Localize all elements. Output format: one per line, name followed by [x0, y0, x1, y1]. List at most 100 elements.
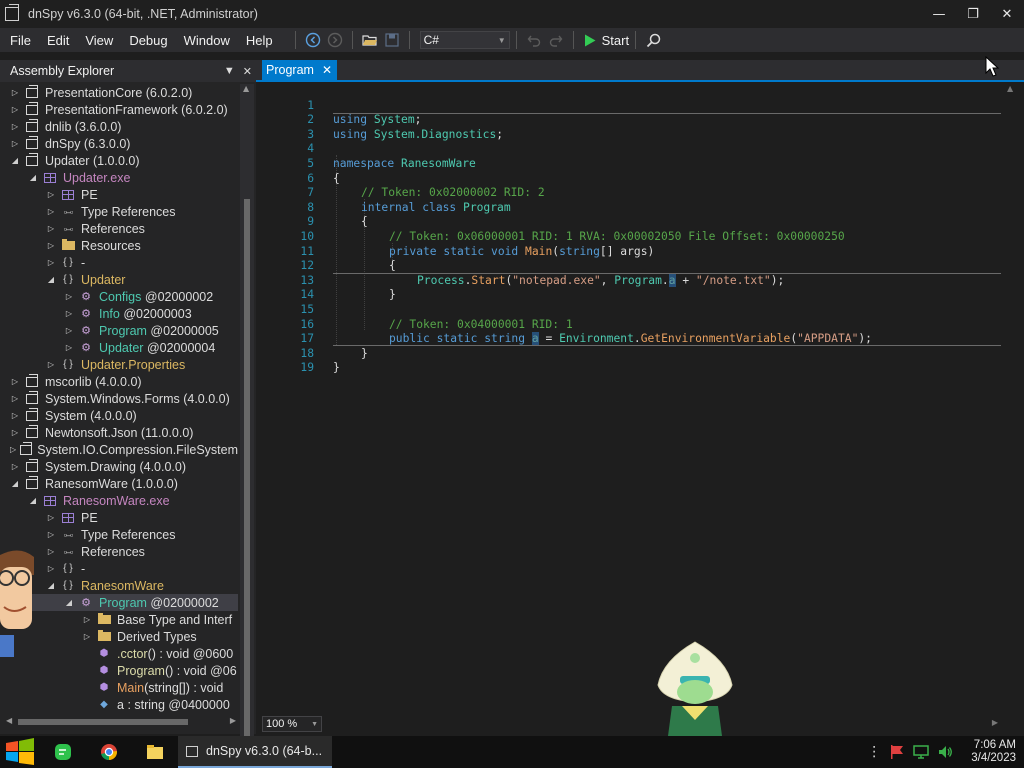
- code-editor[interactable]: 1 using System; 2 using System.Diagnosti…: [260, 82, 1002, 714]
- tree-item-namespace[interactable]: ▷ { } Updater.Properties: [0, 356, 238, 373]
- tree-item-module[interactable]: ◢ Updater.exe: [0, 169, 238, 186]
- taskbar-app-dnspy[interactable]: dnSpy v6.3.0 (64-b...: [178, 736, 332, 768]
- expand-arrow-icon[interactable]: ▷: [64, 326, 74, 335]
- tree-item-assembly[interactable]: ▷ dnSpy (6.3.0.0): [0, 135, 238, 152]
- expand-arrow-icon[interactable]: ▷: [10, 122, 20, 131]
- menu-window[interactable]: Window: [176, 33, 238, 48]
- windows-start-button[interactable]: [0, 736, 40, 768]
- expand-arrow-icon[interactable]: ▷: [10, 411, 20, 420]
- tree-item-field[interactable]: ◆ a : string @0400000: [0, 696, 238, 713]
- expand-arrow-icon[interactable]: ▷: [46, 190, 56, 199]
- expand-arrow-icon[interactable]: ▷: [10, 139, 20, 148]
- tree-horizontal-scrollbar[interactable]: ◀ ▶: [6, 716, 236, 728]
- tree-item-type-references[interactable]: ▷ ▫‒▫ Type References: [0, 526, 238, 543]
- tree-item-assembly[interactable]: ▷ PresentationCore (6.0.2.0): [0, 84, 238, 101]
- expand-arrow-icon[interactable]: ▷: [46, 241, 56, 250]
- menu-help[interactable]: Help: [238, 33, 281, 48]
- start-debug-button[interactable]: Start: [584, 33, 629, 48]
- collapse-arrow-icon[interactable]: ◢: [46, 275, 56, 284]
- close-button[interactable]: ✕: [990, 0, 1024, 28]
- panel-menu-icon[interactable]: ▼: [224, 65, 235, 78]
- tree-item-pe[interactable]: ▷ PE: [0, 509, 238, 526]
- tree-item-assembly[interactable]: ▷ System (4.0.0.0): [0, 407, 238, 424]
- tree-item-assembly[interactable]: ▷ mscorlib (4.0.0.0): [0, 373, 238, 390]
- search-icon[interactable]: [642, 29, 664, 51]
- scroll-up-icon[interactable]: ▲: [1007, 84, 1013, 93]
- expand-arrow-icon[interactable]: ▷: [46, 513, 56, 522]
- tree-item-type-references[interactable]: ▷ ▫‒▫ Type References: [0, 203, 238, 220]
- zoom-dropdown[interactable]: 100 % ▼: [262, 716, 322, 732]
- tree-item-class[interactable]: ▷ ⚙ Updater @02000004: [0, 339, 238, 356]
- editor-vertical-scrollbar[interactable]: ▲: [1003, 82, 1020, 714]
- menu-edit[interactable]: Edit: [39, 33, 77, 48]
- expand-arrow-icon[interactable]: ▷: [64, 343, 74, 352]
- tree-item-pe[interactable]: ▷ PE: [0, 186, 238, 203]
- collapse-arrow-icon[interactable]: ◢: [64, 598, 74, 607]
- expand-arrow-icon[interactable]: ▷: [10, 377, 20, 386]
- expand-arrow-icon[interactable]: ▷: [46, 547, 56, 556]
- tree-item-assembly[interactable]: ▷ System.IO.Compression.FileSystem: [0, 441, 238, 458]
- expand-arrow-icon[interactable]: ▷: [46, 207, 56, 216]
- menu-view[interactable]: View: [77, 33, 121, 48]
- expand-arrow-icon[interactable]: ▷: [10, 88, 20, 97]
- flag-icon[interactable]: [889, 744, 905, 760]
- expand-arrow-icon[interactable]: ▷: [64, 292, 74, 301]
- expand-arrow-icon[interactable]: ▷: [10, 394, 20, 403]
- collapse-arrow-icon[interactable]: ◢: [28, 173, 38, 182]
- tree-vertical-scrollbar[interactable]: ▲: [240, 84, 254, 768]
- restore-button[interactable]: ❐: [956, 0, 990, 28]
- system-clock[interactable]: 7:06 AM 3/4/2023: [971, 739, 1016, 765]
- tree-item-assembly[interactable]: ▷ Newtonsoft.Json (11.0.0.0): [0, 424, 238, 441]
- tree-item-class[interactable]: ▷ ⚙ Program @02000005: [0, 322, 238, 339]
- tree-item-assembly[interactable]: ▷ dnlib (3.6.0.0): [0, 118, 238, 135]
- menu-file[interactable]: File: [0, 33, 39, 48]
- tree-item-resources[interactable]: ▷ Resources: [0, 237, 238, 254]
- expand-arrow-icon[interactable]: ▷: [10, 428, 20, 437]
- minimize-button[interactable]: —: [922, 0, 956, 28]
- language-dropdown[interactable]: C# ▼: [419, 31, 510, 49]
- tree-item-assembly[interactable]: ◢ RanesomWare (1.0.0.0): [0, 475, 238, 492]
- scroll-right-icon[interactable]: ▶: [230, 716, 236, 725]
- scroll-left-icon[interactable]: ◀: [6, 716, 12, 725]
- tree-item-method[interactable]: ⬢ Main (string[]) : void: [0, 679, 238, 696]
- taskbar-app-chat[interactable]: [40, 736, 86, 768]
- collapse-arrow-icon[interactable]: ◢: [10, 479, 20, 488]
- expand-arrow-icon[interactable]: ▷: [46, 564, 56, 573]
- network-icon[interactable]: [913, 744, 929, 760]
- navigate-back-icon[interactable]: [302, 29, 324, 51]
- expand-arrow-icon[interactable]: ▷: [46, 360, 56, 369]
- tree-item-class[interactable]: ▷ ⚙ Configs @02000002: [0, 288, 238, 305]
- menu-debug[interactable]: Debug: [121, 33, 175, 48]
- tree-item-assembly[interactable]: ▷ System.Drawing (4.0.0.0): [0, 458, 238, 475]
- open-folder-icon[interactable]: [359, 29, 381, 51]
- tree-item-assembly[interactable]: ◢ Updater (1.0.0.0): [0, 152, 238, 169]
- scroll-right-icon[interactable]: ▶: [992, 718, 998, 727]
- taskbar-app-chrome[interactable]: [86, 736, 132, 768]
- tree-item-class[interactable]: ▷ ⚙ Info @02000003: [0, 305, 238, 322]
- undo-icon[interactable]: [523, 29, 545, 51]
- overflow-menu-icon[interactable]: ⋮: [867, 744, 881, 760]
- collapse-arrow-icon[interactable]: ◢: [28, 496, 38, 505]
- scroll-up-icon[interactable]: ▲: [243, 84, 249, 93]
- collapse-arrow-icon[interactable]: ◢: [46, 581, 56, 590]
- tree-item-namespace[interactable]: ▷ { } -: [0, 254, 238, 271]
- scroll-thumb[interactable]: [18, 719, 188, 725]
- volume-icon[interactable]: [937, 744, 953, 760]
- collapse-arrow-icon[interactable]: ◢: [10, 156, 20, 165]
- tree-item-assembly[interactable]: ▷ PresentationFramework (6.0.2.0): [0, 101, 238, 118]
- navigate-forward-icon[interactable]: [324, 29, 346, 51]
- tree-item-references[interactable]: ▷ ▫‒▫ References: [0, 220, 238, 237]
- redo-icon[interactable]: [545, 29, 567, 51]
- expand-arrow-icon[interactable]: ▷: [46, 258, 56, 267]
- tab-program[interactable]: Program ✕: [262, 60, 337, 80]
- expand-arrow-icon[interactable]: ▷: [82, 615, 92, 624]
- tree-item-assembly[interactable]: ▷ System.Windows.Forms (4.0.0.0): [0, 390, 238, 407]
- expand-arrow-icon[interactable]: ▷: [46, 224, 56, 233]
- expand-arrow-icon[interactable]: ▷: [10, 445, 16, 454]
- expand-arrow-icon[interactable]: ▷: [10, 462, 20, 471]
- save-icon[interactable]: [381, 29, 403, 51]
- expand-arrow-icon[interactable]: ▷: [10, 105, 20, 114]
- tree-item-namespace[interactable]: ◢ { } Updater: [0, 271, 238, 288]
- expand-arrow-icon[interactable]: ▷: [82, 632, 92, 641]
- taskbar-app-explorer[interactable]: [132, 736, 178, 768]
